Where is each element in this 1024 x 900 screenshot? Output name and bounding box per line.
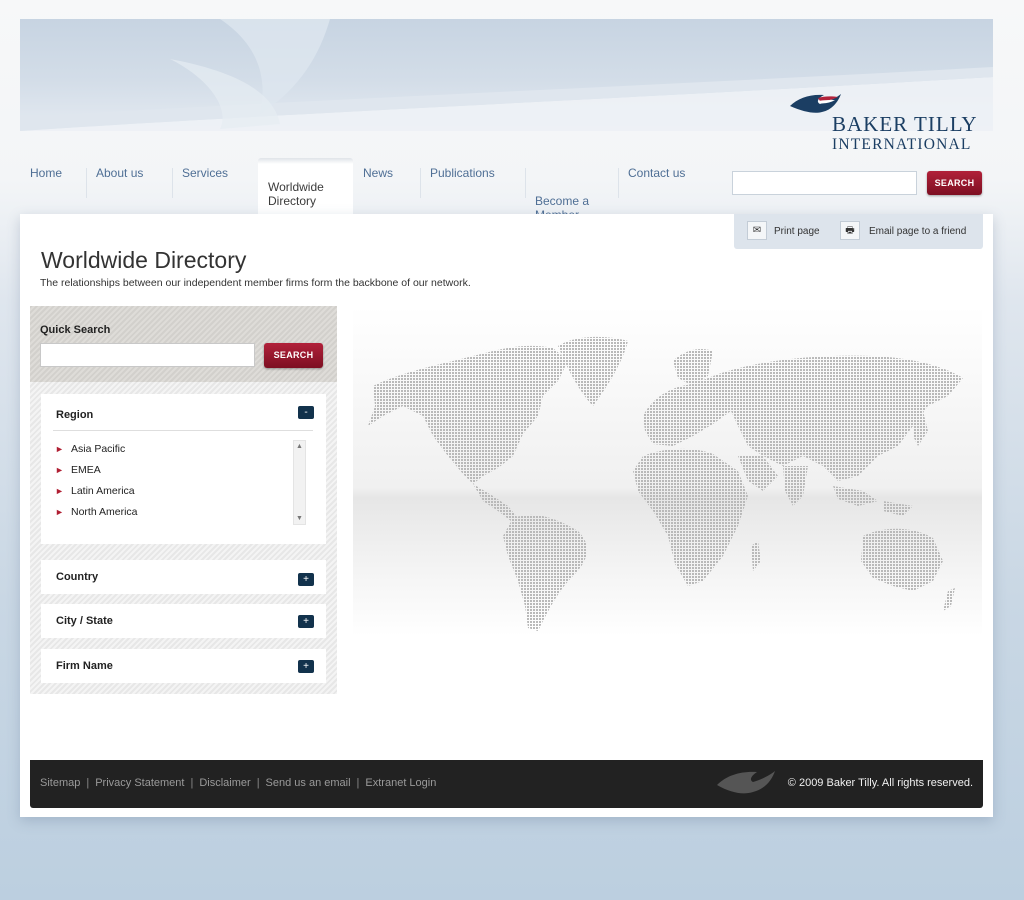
nav-item-publications[interactable]: Publications [420, 158, 525, 214]
collapse-icon[interactable]: - [298, 406, 314, 419]
divider [53, 430, 313, 431]
expand-icon[interactable]: + [298, 615, 314, 628]
nav-divider [86, 168, 87, 198]
separator: | [256, 777, 260, 789]
email-icon[interactable]: 🖶 [840, 221, 860, 240]
nav-item-worldwide-directory[interactable]: Worldwide Directory [258, 158, 353, 214]
directory-search-panel: Quick Search SEARCH Region - ► Asia Paci… [30, 306, 337, 694]
nav-divider [172, 168, 173, 198]
footer: Sitemap | Privacy Statement | Disclaimer | Sen… [30, 760, 983, 808]
main-navigation: Home About us Services Worldwide Directo… [20, 158, 730, 222]
nav-label: Worldwide Directory [268, 180, 324, 208]
quick-search-input[interactable] [40, 343, 255, 367]
separator: | [86, 777, 90, 789]
separator: | [356, 777, 360, 789]
world-map-graphic [368, 336, 963, 631]
region-item-label: Asia Pacific [71, 443, 126, 455]
expand-icon[interactable]: + [298, 660, 314, 673]
nav-divider [420, 168, 421, 198]
nav-item-become-a-member[interactable]: Become a Member [525, 158, 618, 222]
region-item-label: EMEA [71, 464, 101, 476]
main-panel: ✉ Print page 🖶 Email page to a friend Wo… [20, 214, 993, 817]
region-item-latin-america[interactable]: ► Latin America [55, 484, 295, 505]
nav-item-contact-us[interactable]: Contact us [618, 158, 718, 214]
footer-link-disclaimer[interactable]: Disclaimer [199, 777, 250, 789]
scroll-down-icon[interactable]: ▼ [296, 515, 303, 522]
email-page-link[interactable]: Email page to a friend [869, 226, 966, 237]
footer-link-sitemap[interactable]: Sitemap [40, 777, 80, 789]
separator: | [190, 777, 194, 789]
nav-label: About us [96, 166, 144, 180]
region-item-emea[interactable]: ► EMEA [55, 463, 295, 484]
scroll-up-icon[interactable]: ▲ [296, 443, 303, 450]
footer-link-privacy[interactable]: Privacy Statement [95, 777, 184, 789]
region-filter-title: Region [56, 409, 94, 421]
nav-item-services[interactable]: Services [172, 158, 258, 214]
eagle-footer-icon [717, 771, 775, 794]
print-page-link[interactable]: Print page [774, 226, 820, 237]
nav-label: Publications [430, 166, 495, 180]
nav-item-news[interactable]: News [353, 158, 420, 214]
page-title: Worldwide Directory [41, 247, 247, 273]
print-icon[interactable]: ✉ [747, 221, 767, 240]
page-tools: ✉ Print page 🖶 Email page to a friend [734, 214, 983, 249]
logo-name: BAKER TILLY [832, 112, 978, 136]
arrow-right-icon: ► [55, 486, 64, 496]
country-filter[interactable]: Country + [41, 560, 326, 594]
arrow-right-icon: ► [55, 465, 64, 475]
site-search-input[interactable] [732, 171, 917, 195]
logo-subname: INTERNATIONAL [832, 136, 972, 153]
copyright: © 2009 Baker Tilly. All rights reserved. [787, 777, 973, 789]
nav-divider [618, 168, 619, 198]
nav-label: Contact us [628, 166, 686, 180]
region-item-asia-pacific[interactable]: ► Asia Pacific [55, 442, 295, 463]
page-subtitle: The relationships between our independen… [40, 277, 471, 289]
city-state-filter[interactable]: City / State + [41, 604, 326, 638]
city-state-filter-title: City / State [56, 615, 113, 627]
nav-item-home[interactable]: Home [20, 158, 86, 214]
quick-search-label: Quick Search [40, 324, 111, 336]
region-list-scrollbar[interactable]: ▲ ▼ [293, 440, 306, 525]
region-item-label: North America [71, 506, 138, 518]
region-filter: Region - ► Asia Pacific ► EMEA ► Latin A… [41, 394, 326, 544]
country-filter-title: Country [56, 571, 99, 583]
world-map[interactable] [353, 306, 982, 636]
footer-link-extranet[interactable]: Extranet Login [365, 777, 436, 789]
expand-icon[interactable]: + [298, 573, 314, 586]
nav-label: Services [182, 166, 229, 180]
region-item-north-america[interactable]: ► North America [55, 505, 295, 526]
nav-item-about-us[interactable]: About us [86, 158, 172, 214]
footer-link-email[interactable]: Send us an email [266, 777, 351, 789]
quick-search-section: Quick Search SEARCH [30, 306, 337, 382]
baker-tilly-logo[interactable]: BAKER TILLY INTERNATIONAL [788, 92, 988, 154]
nav-label: News [363, 166, 394, 180]
nav-divider [525, 168, 526, 198]
nav-label: Home [30, 166, 63, 180]
region-item-label: Latin America [71, 485, 135, 497]
arrow-right-icon: ► [55, 507, 64, 517]
site-search-button[interactable]: SEARCH [927, 171, 982, 195]
quick-search-button[interactable]: SEARCH [264, 343, 323, 368]
region-list: ► Asia Pacific ► EMEA ► Latin America ► … [55, 442, 295, 526]
footer-links: Sitemap | Privacy Statement | Disclaimer | Sen… [40, 777, 436, 789]
firm-name-filter-title: Firm Name [56, 660, 113, 672]
firm-name-filter[interactable]: Firm Name + [41, 649, 326, 683]
arrow-right-icon: ► [55, 444, 64, 454]
